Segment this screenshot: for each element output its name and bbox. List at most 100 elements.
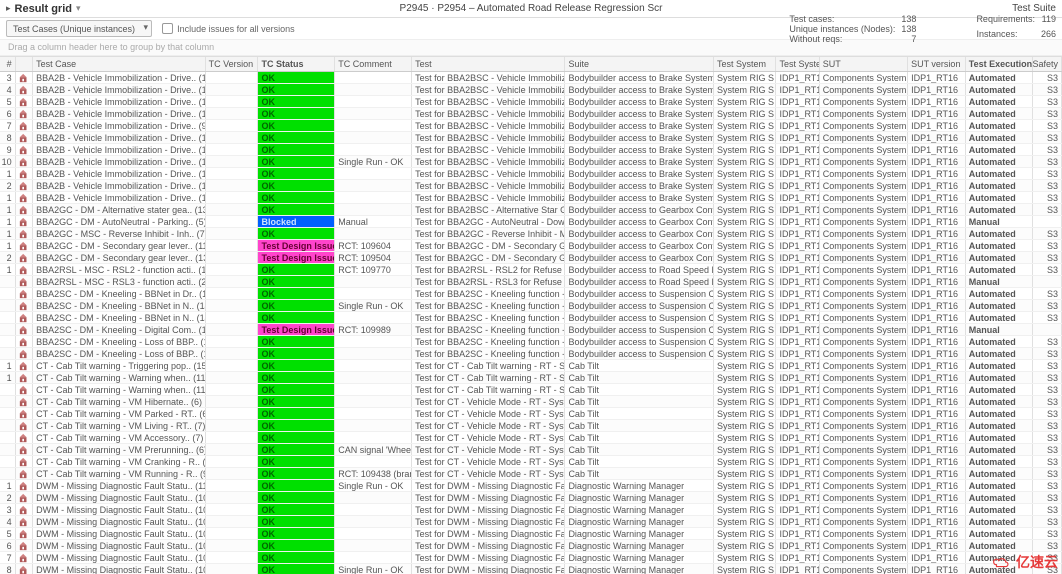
table-row[interactable]: 9BBA2B - Vehicle Immobilization - Drive.…	[0, 144, 1062, 156]
suite: Bodybuilder access to Brake Systems Con	[565, 168, 714, 179]
test-system-version: IDP1_RT16	[776, 564, 819, 574]
table-row[interactable]: 5BBA2B - Vehicle Immobilization - Drive.…	[0, 96, 1062, 108]
row-number: 7	[0, 120, 16, 131]
tc-version	[206, 204, 259, 215]
tc-status: OK	[258, 528, 335, 539]
sut: Components System	[820, 396, 908, 407]
table-row[interactable]: 3DWM - Missing Diagnostic Fault Statu.. …	[0, 504, 1062, 516]
column-header[interactable]: Safety	[1033, 57, 1062, 71]
table-row[interactable]: BBA2RSL - MSC - RSL3 - function acti.. (…	[0, 276, 1062, 288]
tc-version	[206, 528, 259, 539]
filter-dropdown[interactable]: Test Cases (Unique instances)	[6, 20, 152, 37]
table-row[interactable]: 2BBA2GC - DM - Secondary gear lever.. (1…	[0, 252, 1062, 264]
table-row[interactable]: 1BBA2RSL - MSC - RSL2 - function acti.. …	[0, 264, 1062, 276]
column-header[interactable]: Test Case	[33, 57, 205, 71]
column-header[interactable]: TC Comment	[335, 57, 412, 71]
test-system: System RIG S	[714, 288, 776, 299]
table-row[interactable]: 5DWM - Missing Diagnostic Fault Statu.. …	[0, 528, 1062, 540]
suite: Bodybuilder access to Gearbox Control	[565, 228, 714, 239]
test-system-version: IDP1_RT16	[776, 144, 819, 155]
execution-type: Manual	[966, 216, 1033, 227]
table-row[interactable]: 4DWM - Missing Diagnostic Fault Statu.. …	[0, 516, 1062, 528]
table-row[interactable]: CT - Cab Tilt warning - VM Prerunning.. …	[0, 444, 1062, 456]
test-system: System RIG S	[714, 504, 776, 515]
column-header[interactable]: Suite	[565, 57, 714, 71]
row-number	[0, 396, 16, 407]
table-row[interactable]: BBA2SC - DM - Kneeling - Loss of BBP.. (…	[0, 348, 1062, 360]
table-row[interactable]: 1CT - Cab Tilt warning - Triggering pop.…	[0, 360, 1062, 372]
table-row[interactable]: 1DWM - Missing Diagnostic Fault Statu.. …	[0, 480, 1062, 492]
table-row[interactable]: 1BBA2GC - DM - Secondary gear lever.. (1…	[0, 240, 1062, 252]
table-row[interactable]: BBA2SC - DM - Kneeling - BBNet in N.. (1…	[0, 300, 1062, 312]
suite: Bodybuilder access to Brake Systems Con	[565, 120, 714, 131]
table-row[interactable]: CT - Cab Tilt warning - VM Hibernate.. (…	[0, 396, 1062, 408]
tc-comment	[335, 348, 412, 359]
table-row[interactable]: 2DWM - Missing Diagnostic Fault Statu.. …	[0, 492, 1062, 504]
expand-icon[interactable]: ▸	[6, 3, 11, 14]
tc-status: OK	[258, 312, 335, 323]
testcase: BBA2B - Vehicle Immobilization - Drive..…	[33, 72, 205, 83]
table-row[interactable]: 1BBA2GC - MSC - Reverse Inhibit - Inh.. …	[0, 228, 1062, 240]
row-number: 9	[0, 144, 16, 155]
test-system-version: IDP1_RT16	[776, 540, 819, 551]
table-row[interactable]: BBA2SC - DM - Kneeling - BBNet in Dr.. (…	[0, 288, 1062, 300]
chevron-down-icon[interactable]: ▾	[76, 3, 81, 14]
table-row[interactable]: BBA2SC - DM - Kneeling - BBNet in N.. (1…	[0, 312, 1062, 324]
stat-label: Unique instances (Nodes):	[789, 24, 895, 34]
column-header[interactable]	[16, 57, 34, 71]
safety	[1033, 216, 1062, 227]
table-row[interactable]: 6BBA2B - Vehicle Immobilization - Drive.…	[0, 108, 1062, 120]
table-row[interactable]: CT - Cab Tilt warning - Warning when.. (…	[0, 384, 1062, 396]
table-row[interactable]: 8BBA2B - Vehicle Immobilization - Drive.…	[0, 132, 1062, 144]
table-row[interactable]: 4BBA2B - Vehicle Immobilization - Drive.…	[0, 84, 1062, 96]
table-row[interactable]: 1BBA2GC - DM - Alternative stater gea.. …	[0, 204, 1062, 216]
sut-version: IDP1_RT16	[908, 372, 966, 383]
test-system-version: IDP1_RT16	[776, 252, 819, 263]
include-all-versions-checkbox[interactable]: Include issues for all versions	[162, 23, 295, 34]
column-header[interactable]: Test System	[776, 57, 819, 71]
sut: Components System	[820, 528, 908, 539]
table-row[interactable]: 1CT - Cab Tilt warning - Warning when.. …	[0, 372, 1062, 384]
tc-comment	[335, 168, 412, 179]
column-header[interactable]: SUT version	[908, 57, 966, 71]
table-row[interactable]: CT - Cab Tilt warning - VM Accessory.. (…	[0, 432, 1062, 444]
row-number: 5	[0, 528, 16, 539]
column-header[interactable]: Test	[412, 57, 565, 71]
test-system: System RIG S	[714, 528, 776, 539]
table-row[interactable]: 3BBA2B - Vehicle Immobilization - Drive.…	[0, 72, 1062, 84]
tc-comment: Single Run - OK	[335, 564, 412, 574]
column-header[interactable]: TC Version	[206, 57, 259, 71]
tc-comment	[335, 204, 412, 215]
table-row[interactable]: BBA2SC - DM - Kneeling - Loss of BBP.. (…	[0, 336, 1062, 348]
tc-comment	[335, 84, 412, 95]
table-row[interactable]: CT - Cab Tilt warning - VM Running - R..…	[0, 468, 1062, 480]
table-row[interactable]: 10BBA2B - Vehicle Immobilization - Drive…	[0, 156, 1062, 168]
table-row[interactable]: BBA2SC - DM - Kneeling - Digital Com.. (…	[0, 324, 1062, 336]
table-row[interactable]: CT - Cab Tilt warning - VM Parked - RT..…	[0, 408, 1062, 420]
table-row[interactable]: 1BBA2GC - DM - AutoNeutral - Parking.. (…	[0, 216, 1062, 228]
table-row[interactable]: 7DWM - Missing Diagnostic Fault Statu.. …	[0, 552, 1062, 564]
table-row[interactable]: 1BBA2B - Vehicle Immobilization - Drive.…	[0, 168, 1062, 180]
table-row[interactable]: 6DWM - Missing Diagnostic Fault Statu.. …	[0, 540, 1062, 552]
table-row[interactable]: 2BBA2B - Vehicle Immobilization - Drive.…	[0, 180, 1062, 192]
column-header[interactable]: TC Status	[258, 57, 335, 71]
execution-type: Automated	[966, 372, 1033, 383]
test-system-version: IDP1_RT16	[776, 360, 819, 371]
table-row[interactable]: 1BBA2B - Vehicle Immobilization - Drive.…	[0, 192, 1062, 204]
column-header[interactable]: SUT	[820, 57, 908, 71]
column-header[interactable]: #	[0, 57, 16, 71]
table-row[interactable]: 8DWM - Missing Diagnostic Fault Statu.. …	[0, 564, 1062, 574]
sut: Components System	[820, 384, 908, 395]
column-header[interactable]: Test System	[714, 57, 776, 71]
column-header[interactable]: Test Execution Type	[966, 57, 1033, 71]
testcase: BBA2B - Vehicle Immobilization - Drive..…	[33, 108, 205, 119]
table-row[interactable]: CT - Cab Tilt warning - VM Cranking - R.…	[0, 456, 1062, 468]
tc-comment: CAN signal 'Wheelb	[335, 444, 412, 455]
sut-version: IDP1_RT16	[908, 516, 966, 527]
table-row[interactable]: CT - Cab Tilt warning - VM Living - RT..…	[0, 420, 1062, 432]
table-row[interactable]: 7BBA2B - Vehicle Immobilization - Drive.…	[0, 120, 1062, 132]
sut-version: IDP1_RT16	[908, 468, 966, 479]
testcase-icon	[16, 516, 34, 527]
test-system-version: IDP1_RT16	[776, 348, 819, 359]
execution-type: Automated	[966, 348, 1033, 359]
